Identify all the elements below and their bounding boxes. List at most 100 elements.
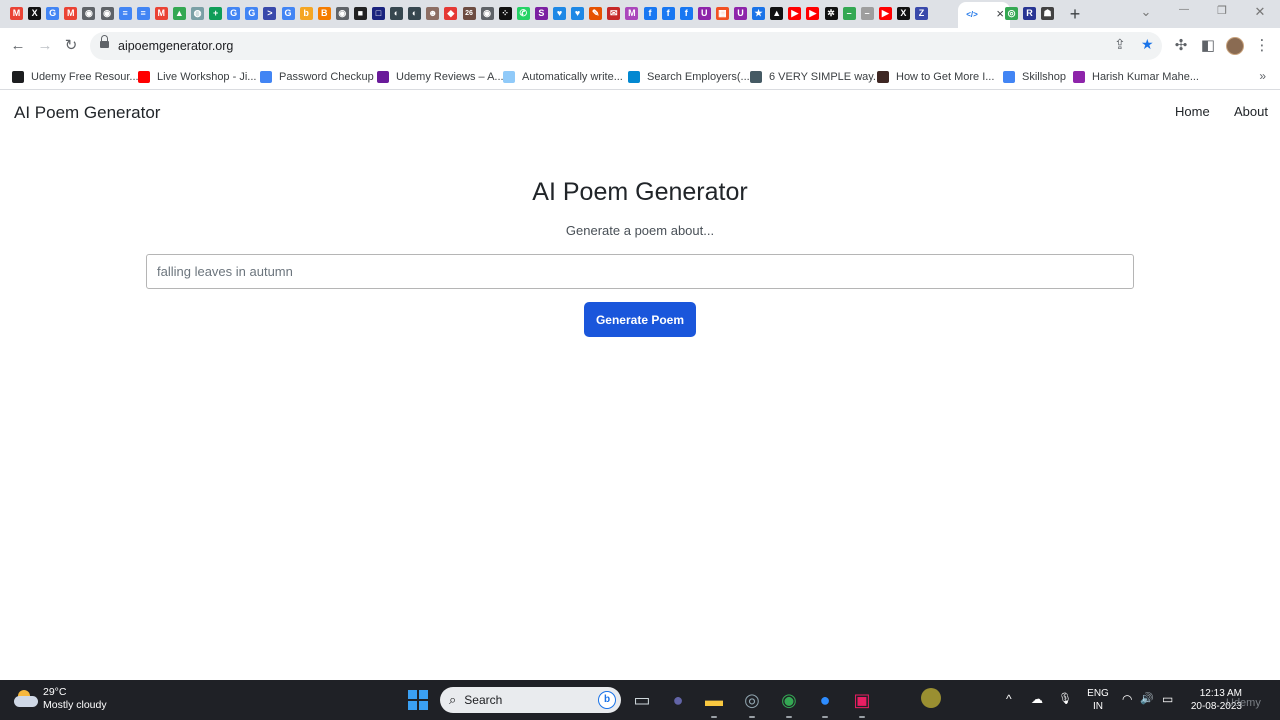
taskbar-app[interactable]: ◉ [777,688,801,718]
address-bar[interactable]: aipoemgenerator.org ⇪ ★ [90,32,1162,60]
minimize-icon[interactable]: — [1176,4,1192,15]
new-tab-button[interactable]: + [1066,4,1084,25]
browser-tab[interactable]: X [895,5,912,22]
browser-tab[interactable]: S [533,5,550,22]
browser-tab[interactable]: ≡ [117,5,134,22]
site-brand[interactable]: AI Poem Generator [14,103,160,123]
lock-icon[interactable] [100,35,109,48]
browser-tab[interactable]: – [859,5,876,22]
browser-tab[interactable]: U [696,5,713,22]
reload-icon[interactable]: ↻ [61,36,81,56]
browser-tab[interactable]: ◐ [388,5,405,22]
microphone-icon[interactable]: 🎙 [1058,692,1072,705]
wifi-icon[interactable]: ◠ [1122,692,1132,706]
close-window-icon[interactable]: ✕ [1252,4,1268,20]
bookmark-item[interactable]: Udemy Reviews – A... [377,69,504,85]
taskbar-app[interactable]: ◎ [740,688,764,718]
browser-tab[interactable]: ▶ [804,5,821,22]
bookmark-item[interactable]: Search Employers(... [628,69,750,85]
browser-tab[interactable]: ▶ [786,5,803,22]
browser-tab[interactable]: ◐ [406,5,423,22]
bookmark-item[interactable]: Harish Kumar Mahe... [1073,69,1199,85]
taskbar-app[interactable]: ● [813,688,837,718]
browser-tab[interactable]: f [642,5,659,22]
browser-tab[interactable]: ✉ [605,5,622,22]
browser-tab[interactable]: f [660,5,677,22]
battery-icon[interactable]: ▭ [1162,692,1173,706]
bookmark-item[interactable]: How to Get More I... [877,69,994,85]
back-arrow-icon[interactable]: ← [8,36,28,56]
taskbar-app[interactable]: ▣ [850,688,874,718]
browser-tab[interactable]: ▲ [171,5,188,22]
browser-tab[interactable]: + [207,5,224,22]
browser-tab[interactable]: > [261,5,278,22]
nav-home-link[interactable]: Home [1175,104,1210,119]
browser-tab[interactable]: R [1021,5,1038,22]
browser-tab[interactable]: U [732,5,749,22]
browser-tab[interactable]: ■ [352,5,369,22]
browser-tab[interactable]: ▶ [877,5,894,22]
bookmark-star-icon[interactable]: ★ [1141,36,1154,53]
show-hidden-icons-chevron[interactable]: ^ [1006,692,1012,706]
browser-tab[interactable]: f [678,5,695,22]
browser-tab[interactable]: ◉ [334,5,351,22]
taskbar-search[interactable]: ⌕ Search b [440,687,621,713]
bookmark-item[interactable]: Udemy Free Resour... [12,69,139,85]
taskbar-app[interactable]: ● [666,688,690,712]
profile-avatar[interactable] [1226,37,1244,55]
tab-search-chevron-icon[interactable]: ⌄ [1138,4,1154,20]
browser-tab[interactable]: ⁘ [497,5,514,22]
url-text[interactable]: aipoemgenerator.org [118,39,233,53]
bookmark-item[interactable]: Skillshop [1003,69,1066,85]
weather-widget[interactable]: 29°C Mostly cloudy [14,686,107,712]
bookmark-item[interactable]: Automatically write... [503,69,623,85]
bookmark-item[interactable]: 6 VERY SIMPLE way... [750,69,882,85]
browser-tab[interactable]: ★ [750,5,767,22]
browser-tab[interactable]: 26 [461,5,478,22]
browser-tab[interactable]: ▦ [714,5,731,22]
extensions-icon[interactable]: ✣ [1171,36,1191,56]
bing-icon[interactable]: b [598,691,616,709]
browser-tab[interactable]: G [280,5,297,22]
taskbar-app[interactable]: ▬ [702,688,726,718]
browser-tab[interactable]: Z [913,5,930,22]
forward-arrow-icon[interactable]: → [35,36,55,56]
browser-tab[interactable]: G [225,5,242,22]
browser-tab[interactable]: ♥ [551,5,568,22]
browser-tab[interactable]: G [44,5,61,22]
browser-tab[interactable]: ☻ [424,5,441,22]
browser-tab[interactable]: G [243,5,260,22]
browser-tab[interactable]: M [623,5,640,22]
browser-tab[interactable]: X [26,5,43,22]
kebab-menu-icon[interactable]: ⋮ [1252,36,1272,56]
browser-tab[interactable]: – [841,5,858,22]
browser-tab[interactable]: ✲ [823,5,840,22]
browser-tab[interactable]: ☗ [1039,5,1056,22]
bookmark-item[interactable]: Password Checkup [260,69,374,85]
nav-about-link[interactable]: About [1234,104,1268,119]
bookmark-item[interactable]: Live Workshop - Ji... [138,69,256,85]
browser-tab[interactable]: ♥ [569,5,586,22]
browser-tab[interactable]: ◎ [1003,5,1020,22]
share-icon[interactable]: ⇪ [1114,36,1126,53]
taskbar-app[interactable]: ▭ [630,688,654,712]
browser-tab[interactable]: ◍ [189,5,206,22]
browser-tab[interactable]: □ [370,5,387,22]
browser-tab[interactable]: ✎ [587,5,604,22]
browser-tab[interactable]: M [62,5,79,22]
browser-tab[interactable]: M [8,5,25,22]
browser-tab[interactable]: ≡ [135,5,152,22]
browser-tab[interactable]: M [153,5,170,22]
volume-icon[interactable]: 🔊 [1140,692,1154,705]
language-indicator[interactable]: ENG IN [1086,687,1110,713]
side-panel-icon[interactable]: ◧ [1198,36,1218,56]
generate-poem-button[interactable]: Generate Poem [584,302,696,337]
browser-tab[interactable]: b [298,5,315,22]
browser-tab[interactable]: ◉ [80,5,97,22]
browser-tab[interactable]: ◉ [99,5,116,22]
browser-tab[interactable]: ◆ [442,5,459,22]
browser-tab[interactable]: B [316,5,333,22]
onedrive-cloud-icon[interactable]: ☁ [1031,692,1043,706]
restore-icon[interactable]: ❐ [1214,4,1230,17]
poem-topic-input[interactable] [146,254,1134,289]
